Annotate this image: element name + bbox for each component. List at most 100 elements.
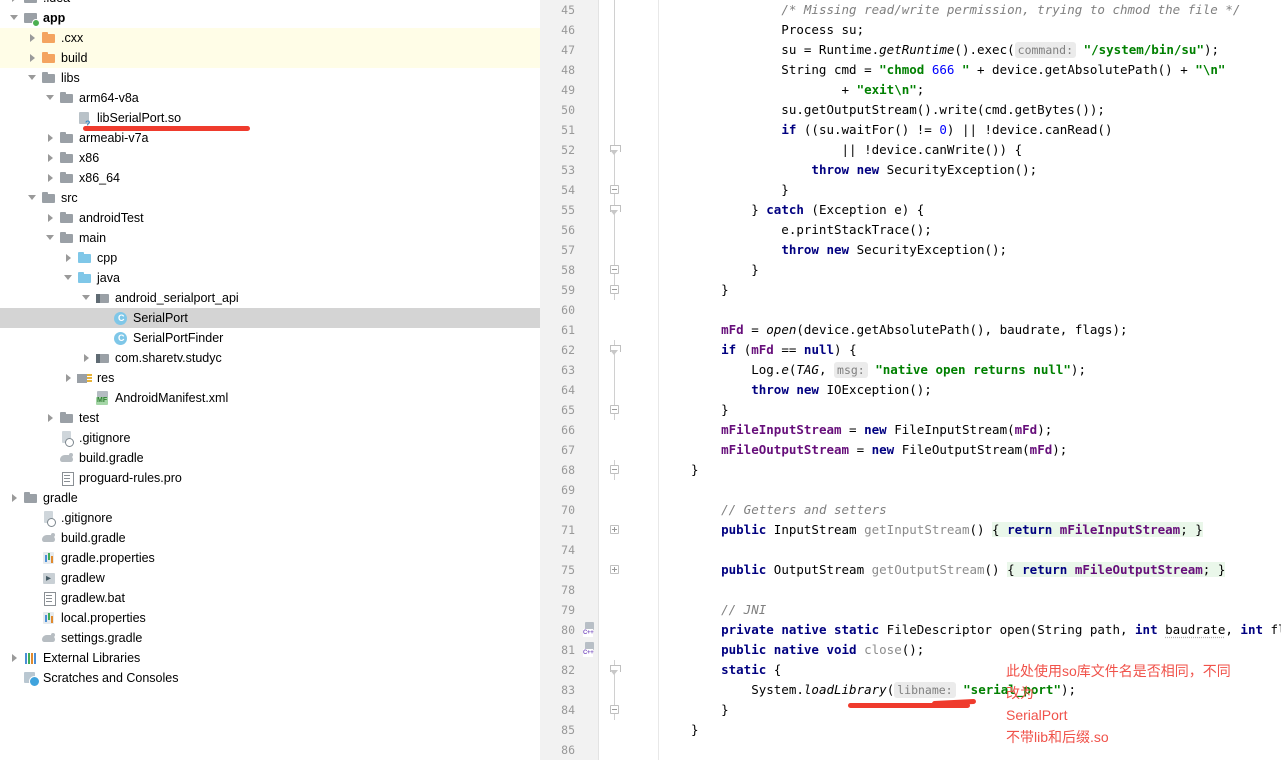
code-text[interactable]: private native static FileDescriptor ope… <box>659 620 1281 640</box>
tree-item-gradlew-bat[interactable]: gradlew.bat <box>0 588 540 608</box>
chevron-down-icon[interactable] <box>80 288 95 308</box>
fold-gutter[interactable] <box>598 200 629 220</box>
tree-item-com-sharetv-studyc[interactable]: com.sharetv.studyc <box>0 348 540 368</box>
fold-collapse-icon[interactable] <box>610 705 619 714</box>
code-line[interactable]: 81 public native void close(); <box>540 640 1281 660</box>
chevron-down-icon[interactable] <box>44 88 59 108</box>
code-text[interactable]: mFileInputStream = new FileInputStream(m… <box>659 420 1281 440</box>
code-line[interactable]: 58 } <box>540 260 1281 280</box>
code-text[interactable]: String cmd = "chmod 666 " + device.getAb… <box>659 60 1281 80</box>
code-text[interactable]: } <box>659 180 1281 200</box>
tree-item-x86-64[interactable]: x86_64 <box>0 168 540 188</box>
fold-collapse-icon[interactable] <box>610 265 619 274</box>
tree-item-settings-gradle[interactable]: settings.gradle <box>0 628 540 648</box>
tree-item-cpp[interactable]: cpp <box>0 248 540 268</box>
chevron-right-icon[interactable] <box>8 0 23 8</box>
code-line[interactable]: 56 e.printStackTrace(); <box>540 220 1281 240</box>
code-text[interactable]: if ((su.waitFor() != 0) || !device.canRe… <box>659 120 1281 140</box>
chevron-right-icon[interactable] <box>44 148 59 168</box>
fold-gutter[interactable] <box>598 560 629 580</box>
code-text[interactable]: } <box>659 460 1281 480</box>
tree-item-serialportfinder[interactable]: SerialPortFinder <box>0 328 540 348</box>
code-text[interactable]: /* Missing read/write permission, trying… <box>659 0 1281 20</box>
code-line[interactable]: 63 Log.e(TAG, msg: "native open returns … <box>540 360 1281 380</box>
tree-item-gradle[interactable]: gradle <box>0 488 540 508</box>
gutter-icon-slot[interactable] <box>581 640 598 660</box>
fold-gutter[interactable] <box>598 700 629 720</box>
fold-gutter[interactable] <box>598 460 629 480</box>
fold-expand-icon[interactable] <box>610 565 619 574</box>
chevron-down-icon[interactable] <box>62 268 77 288</box>
fold-collapse-icon[interactable] <box>610 185 619 194</box>
chevron-down-icon[interactable] <box>26 68 41 88</box>
fold-expand-icon[interactable] <box>610 525 619 534</box>
tree-item-idea[interactable]: .idea <box>0 0 540 8</box>
code-text[interactable]: // Getters and setters <box>659 500 1281 520</box>
code-text[interactable]: throw new SecurityException(); <box>659 160 1281 180</box>
code-line[interactable]: 55 } catch (Exception e) { <box>540 200 1281 220</box>
code-text[interactable] <box>659 580 1281 600</box>
code-text[interactable]: if (mFd == null) { <box>659 340 1281 360</box>
code-text[interactable]: throw new SecurityException(); <box>659 240 1281 260</box>
code-line[interactable]: 71 public InputStream getInputStream() {… <box>540 520 1281 540</box>
code-text[interactable]: } <box>659 260 1281 280</box>
chevron-down-icon[interactable] <box>8 8 23 28</box>
fold-gutter[interactable] <box>598 660 629 680</box>
code-line[interactable]: 61 mFd = open(device.getAbsolutePath(), … <box>540 320 1281 340</box>
tree-item-x86[interactable]: x86 <box>0 148 540 168</box>
chevron-right-icon[interactable] <box>8 648 23 668</box>
code-text[interactable]: public InputStream getInputStream() { re… <box>659 520 1281 540</box>
gutter-icon-slot[interactable] <box>581 620 598 640</box>
code-text[interactable]: public native void close(); <box>659 640 1281 660</box>
code-text[interactable]: e.printStackTrace(); <box>659 220 1281 240</box>
chevron-right-icon[interactable] <box>80 348 95 368</box>
code-line[interactable]: 65 } <box>540 400 1281 420</box>
code-text[interactable] <box>659 480 1281 500</box>
code-line[interactable]: 54 } <box>540 180 1281 200</box>
tree-item-app[interactable]: app <box>0 8 540 28</box>
code-line[interactable]: 51 if ((su.waitFor() != 0) || !device.ca… <box>540 120 1281 140</box>
tree-item-build-gradle[interactable]: build.gradle <box>0 528 540 548</box>
code-line[interactable]: 53 throw new SecurityException(); <box>540 160 1281 180</box>
code-line[interactable]: 57 throw new SecurityException(); <box>540 240 1281 260</box>
code-line[interactable]: 62 if (mFd == null) { <box>540 340 1281 360</box>
project-tree-panel[interactable]: .idea app .cxx build libs arm64-v8a libSerialP… <box>0 0 540 772</box>
fold-collapse-icon[interactable] <box>610 465 619 474</box>
tree-item-armeabi-v7a[interactable]: armeabi-v7a <box>0 128 540 148</box>
code-text[interactable]: Process su; <box>659 20 1281 40</box>
code-line[interactable]: 49 + "exit\n"; <box>540 80 1281 100</box>
code-text[interactable]: su = Runtime.getRuntime().exec(command: … <box>659 40 1281 60</box>
cpp-native-nav-icon[interactable] <box>583 622 597 638</box>
fold-gutter[interactable] <box>598 340 629 360</box>
tree-item-build-gradle[interactable]: build.gradle <box>0 448 540 468</box>
fold-collapse-icon[interactable] <box>610 285 619 294</box>
code-line[interactable]: 70 // Getters and setters <box>540 500 1281 520</box>
fold-region-start-icon[interactable] <box>610 665 621 676</box>
tree-item-test[interactable]: test <box>0 408 540 428</box>
code-line[interactable]: 46 Process su; <box>540 20 1281 40</box>
tree-item-local-properties[interactable]: local.properties <box>0 608 540 628</box>
tree-item-main[interactable]: main <box>0 228 540 248</box>
fold-region-start-icon[interactable] <box>610 205 621 216</box>
code-text[interactable]: public OutputStream getOutputStream() { … <box>659 560 1281 580</box>
fold-gutter[interactable] <box>598 280 629 300</box>
code-line[interactable]: 52 || !device.canWrite()) { <box>540 140 1281 160</box>
tree-item-external-libraries[interactable]: External Libraries <box>0 648 540 668</box>
code-text[interactable]: } <box>659 280 1281 300</box>
code-text[interactable]: + "exit\n"; <box>659 80 1281 100</box>
code-line[interactable]: 59 } <box>540 280 1281 300</box>
tree-item-gradlew[interactable]: gradlew <box>0 568 540 589</box>
code-line[interactable]: 66 mFileInputStream = new FileInputStrea… <box>540 420 1281 440</box>
fold-gutter[interactable] <box>598 260 629 280</box>
code-line[interactable]: 79 // JNI <box>540 600 1281 620</box>
tree-item-gitignore[interactable]: .gitignore <box>0 428 540 448</box>
tree-item-cxx[interactable]: .cxx <box>0 28 540 48</box>
chevron-right-icon[interactable] <box>44 168 59 188</box>
code-lines-container[interactable]: 45 /* Missing read/write permission, try… <box>540 0 1281 760</box>
tree-item-gitignore[interactable]: .gitignore <box>0 508 540 528</box>
tree-item-java[interactable]: java <box>0 268 540 288</box>
code-line[interactable]: 48 String cmd = "chmod 666 " + device.ge… <box>540 60 1281 80</box>
tree-item-proguard-rules-pro[interactable]: proguard-rules.pro <box>0 468 540 488</box>
code-line[interactable]: 74 <box>540 540 1281 560</box>
code-text[interactable]: // JNI <box>659 600 1281 620</box>
